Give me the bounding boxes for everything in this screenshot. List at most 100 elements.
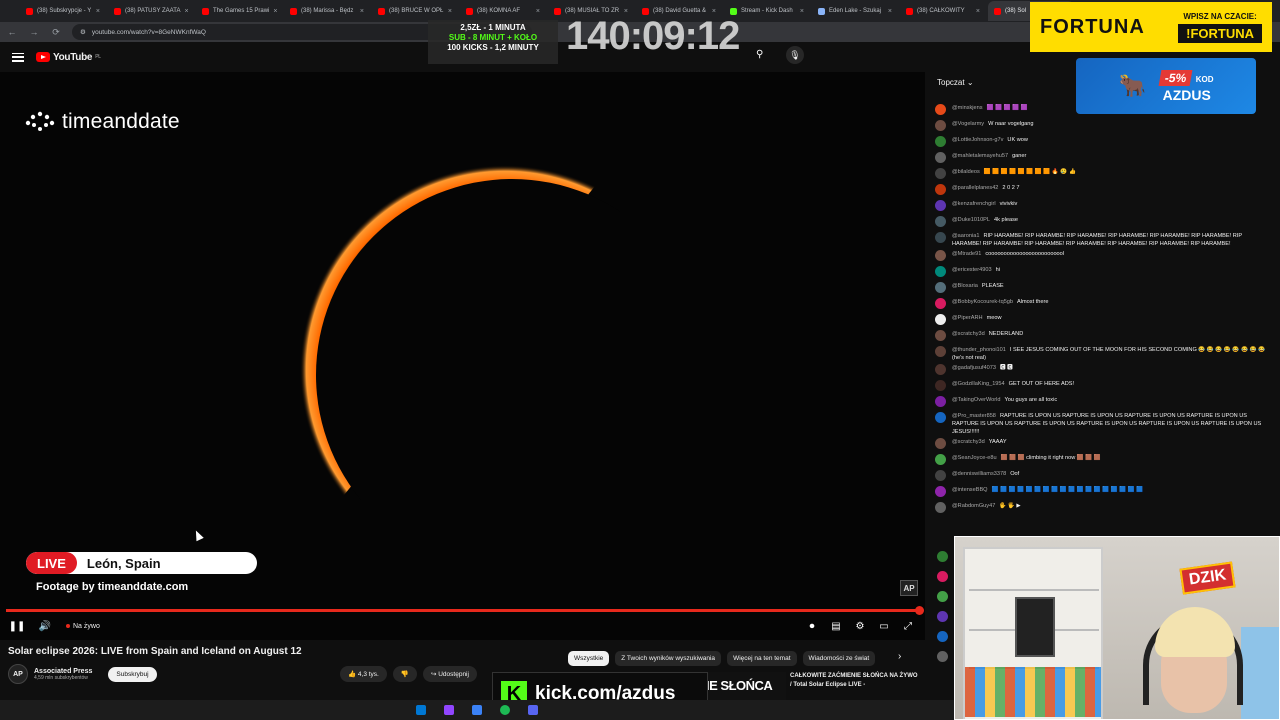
live-status[interactable]: Na żywo bbox=[66, 623, 100, 630]
chat-avatar[interactable] bbox=[935, 200, 946, 211]
browser-tab[interactable]: (38) PATUSY ZAATA × bbox=[108, 1, 194, 21]
forward-icon[interactable]: → bbox=[28, 27, 40, 37]
browser-tab[interactable]: The Games 15 Prawi × bbox=[196, 1, 282, 21]
chat-avatar[interactable] bbox=[935, 120, 946, 131]
chat-avatar[interactable] bbox=[935, 346, 946, 357]
chat-avatar[interactable] bbox=[935, 136, 946, 147]
chat-author[interactable]: @denniswilliams3378 bbox=[952, 471, 1006, 477]
chat-author[interactable]: @BobbyKocourek-tq5gb bbox=[952, 299, 1013, 305]
chat-avatar[interactable] bbox=[935, 104, 946, 115]
tab-close-icon[interactable]: × bbox=[976, 8, 980, 15]
subtitles-icon[interactable]: ▤ bbox=[829, 619, 843, 633]
browser-tab[interactable]: (38) Marissa - Będz × bbox=[284, 1, 370, 21]
chat-author[interactable]: @RabdomGuy47 bbox=[952, 503, 995, 509]
dislike-button[interactable]: 👎 bbox=[392, 666, 417, 682]
tab-close-icon[interactable]: × bbox=[273, 8, 277, 15]
tab-close-icon[interactable]: × bbox=[448, 8, 452, 15]
chat-author[interactable]: @aaronia1 bbox=[952, 233, 979, 239]
chat-mode-dropdown[interactable]: Topczat ⌄ bbox=[937, 78, 974, 87]
chat-avatar[interactable] bbox=[935, 266, 946, 277]
chat-avatar[interactable] bbox=[935, 282, 946, 293]
chat-author[interactable]: @PiperARH bbox=[952, 315, 983, 321]
windows-start-icon[interactable] bbox=[416, 705, 426, 715]
chat-author[interactable]: @Pro_master858 bbox=[952, 413, 996, 419]
progress-bar[interactable] bbox=[6, 606, 924, 615]
menu-icon[interactable] bbox=[12, 52, 24, 62]
chat-author[interactable]: @intenseBBQ bbox=[952, 487, 988, 493]
reload-icon[interactable]: ⟳ bbox=[50, 27, 62, 38]
filter-chip[interactable]: Więcej na ten temat bbox=[727, 651, 797, 666]
microphone-icon[interactable]: 🎙 bbox=[786, 46, 804, 64]
app-icon[interactable] bbox=[472, 705, 482, 715]
pause-icon[interactable]: ❚❚ bbox=[9, 619, 26, 633]
chat-author[interactable]: @Bloxaria bbox=[952, 283, 978, 289]
chat-avatar[interactable] bbox=[935, 184, 946, 195]
chat-avatar[interactable] bbox=[935, 298, 946, 309]
channel-name[interactable]: Associated Press bbox=[34, 668, 92, 675]
chat-author[interactable]: @minskjens bbox=[952, 105, 983, 111]
search-icon[interactable]: ⚲ bbox=[756, 49, 763, 60]
browser-tab[interactable]: (38) KOMNA AF × bbox=[460, 1, 546, 21]
chat-avatar[interactable] bbox=[935, 314, 946, 325]
video-player[interactable]: timeanddate LIVE León, Spain Footage by … bbox=[0, 72, 925, 640]
chat-author[interactable]: @ericester4903 bbox=[952, 267, 992, 273]
browser-tab[interactable]: (38) CAŁKOWITY × bbox=[900, 1, 986, 21]
chat-author[interactable]: @TakingOverWorld bbox=[952, 397, 1000, 403]
chat-avatar[interactable] bbox=[935, 412, 946, 423]
tab-close-icon[interactable]: × bbox=[184, 8, 188, 15]
channel-avatar[interactable]: AP bbox=[8, 664, 28, 684]
app-icon[interactable] bbox=[444, 705, 454, 715]
chat-avatar[interactable] bbox=[935, 364, 946, 375]
recommended-title[interactable]: CAŁKOWITE ZAĆMIENIE SŁOŃCA NA ŻYWO / Tot… bbox=[790, 672, 920, 690]
chat-avatar[interactable] bbox=[935, 502, 946, 513]
share-button[interactable]: ↪ Udostępnij bbox=[422, 666, 477, 682]
site-info-icon[interactable]: ⚙ bbox=[80, 28, 86, 36]
chevron-right-icon[interactable]: › bbox=[898, 651, 901, 662]
chat-avatar[interactable] bbox=[935, 470, 946, 481]
chat-author[interactable]: @SeanJoyce-e8u bbox=[952, 455, 997, 461]
chat-avatar[interactable] bbox=[935, 232, 946, 243]
autoplay-toggle-icon[interactable]: ⏺ bbox=[805, 619, 819, 633]
chat-avatar[interactable] bbox=[935, 330, 946, 341]
chat-author[interactable]: @LottieJohnson-g7v bbox=[952, 137, 1003, 143]
chat-author[interactable]: @gadafjusuf4073 bbox=[952, 365, 996, 371]
chat-avatar[interactable] bbox=[935, 216, 946, 227]
spotify-icon[interactable] bbox=[500, 705, 510, 715]
filter-chip[interactable]: Wszystkie bbox=[568, 651, 610, 666]
chat-author[interactable]: @Duke1010PL bbox=[952, 217, 990, 223]
chat-avatar[interactable] bbox=[935, 380, 946, 391]
chat-author[interactable]: @bilaldeos bbox=[952, 169, 980, 175]
chat-avatar[interactable] bbox=[935, 250, 946, 261]
chat-avatar[interactable] bbox=[935, 438, 946, 449]
settings-gear-icon[interactable]: ⚙ bbox=[853, 619, 867, 633]
filter-chip[interactable]: Z Twoich wyników wyszukiwania bbox=[615, 651, 722, 666]
discord-icon[interactable] bbox=[528, 705, 538, 715]
chat-author[interactable]: @Vogelarmy bbox=[952, 121, 984, 127]
chat-author[interactable]: @Mtrade91 bbox=[952, 251, 981, 257]
tab-close-icon[interactable]: × bbox=[536, 8, 540, 15]
chat-author[interactable]: @GodzillaKing_1954 bbox=[952, 381, 1005, 387]
recommended-thumbnail[interactable]: IE SŁOŃCA bbox=[706, 672, 786, 702]
browser-tab[interactable]: (38) Subskrypcje - Y × bbox=[20, 1, 106, 21]
progress-knob[interactable] bbox=[915, 606, 924, 615]
subscribe-button[interactable]: Subskrybuj bbox=[108, 666, 157, 682]
chat-author[interactable]: @thunder_phonoi101 bbox=[952, 347, 1006, 353]
chat-author[interactable]: @kenzafrenchgirl bbox=[952, 201, 996, 207]
tab-close-icon[interactable]: × bbox=[800, 8, 804, 15]
chat-author[interactable]: @parallelplanes42 bbox=[952, 185, 998, 191]
tab-close-icon[interactable]: × bbox=[360, 8, 364, 15]
like-button[interactable]: 👍 4,3 tys. bbox=[340, 666, 387, 682]
filter-chip[interactable]: Wiadomości ze świat bbox=[802, 651, 876, 666]
browser-tab[interactable]: (38) BRUCE W OPŁ × bbox=[372, 1, 458, 21]
theater-mode-icon[interactable]: ▭ bbox=[877, 619, 891, 633]
volume-icon[interactable]: 🔊 bbox=[38, 619, 52, 633]
chat-author[interactable]: @mahletalemayehu57 bbox=[952, 153, 1008, 159]
chat-avatar[interactable] bbox=[935, 454, 946, 465]
youtube-logo[interactable]: YouTube PL bbox=[36, 52, 101, 63]
chat-avatar[interactable] bbox=[935, 486, 946, 497]
chat-author[interactable]: @scratchy3d bbox=[952, 439, 985, 445]
chat-avatar[interactable] bbox=[935, 168, 946, 179]
back-icon[interactable]: ← bbox=[6, 27, 18, 37]
tab-close-icon[interactable]: × bbox=[96, 8, 100, 15]
chat-avatar[interactable] bbox=[935, 396, 946, 407]
